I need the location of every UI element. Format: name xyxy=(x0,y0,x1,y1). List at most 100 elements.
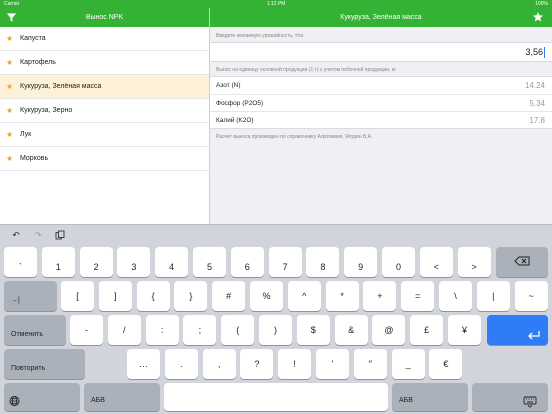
tab-key[interactable]: →| xyxy=(4,281,57,311)
key[interactable]: ) xyxy=(259,315,292,345)
key[interactable]: } xyxy=(174,281,208,311)
key[interactable]: * xyxy=(325,281,359,311)
key[interactable]: 6 xyxy=(230,247,264,277)
key[interactable]: | xyxy=(476,281,510,311)
favorite-star-icon: ★ xyxy=(6,154,14,163)
key-label: . xyxy=(180,359,183,369)
key[interactable]: / xyxy=(107,315,141,345)
key[interactable]: ' xyxy=(316,349,349,379)
key-label: 8 xyxy=(320,262,326,272)
nutrient-label: Азот (N) xyxy=(216,82,241,89)
globe-key[interactable] xyxy=(4,383,80,411)
redo-key[interactable]: Повторить xyxy=(4,349,85,379)
space-key[interactable] xyxy=(164,383,388,411)
key-label: | xyxy=(492,291,495,301)
nutrient-table: Азот (N) 14.24 Фосфор (P2O5) 5.34 Калий (K2O… xyxy=(210,76,552,129)
crop-list: ★ Капуста ★ Картофель ★ Кукуруза, Зелёная мас… xyxy=(0,27,209,224)
key-label: } xyxy=(189,291,193,301)
status-bar: Carrier 1:12 PM 100% xyxy=(0,0,552,8)
key[interactable]: 5 xyxy=(193,247,226,277)
key[interactable]: { xyxy=(136,281,170,311)
key[interactable]: = xyxy=(401,281,435,311)
key[interactable]: > xyxy=(457,247,491,277)
key-label: ? xyxy=(254,359,260,369)
key-label: + xyxy=(377,291,383,301)
master-nav-bar: Вынос NPK xyxy=(0,8,209,27)
key[interactable]: ″ xyxy=(353,349,387,379)
key-label: < xyxy=(433,262,439,272)
key-label: / xyxy=(123,325,126,335)
key-label: # xyxy=(226,291,232,301)
key-label: Повторить xyxy=(11,365,46,372)
key[interactable]: 2 xyxy=(79,247,113,277)
list-item[interactable]: ★ Кукуруза, Зелёная масса xyxy=(0,75,209,99)
key-label: ] xyxy=(114,291,117,301)
key[interactable]: @ xyxy=(372,315,406,345)
key-label: * xyxy=(340,291,344,301)
key[interactable]: ] xyxy=(98,281,132,311)
abc-key-left[interactable]: АБВ xyxy=(84,383,160,411)
return-key[interactable] xyxy=(487,315,548,345)
key[interactable]: 0 xyxy=(382,247,415,277)
key[interactable]: _ xyxy=(391,349,425,379)
key[interactable]: £ xyxy=(410,315,444,345)
undo-key[interactable]: Отменить xyxy=(4,315,66,345)
key-label: - xyxy=(85,325,88,335)
key[interactable]: ? xyxy=(240,349,274,379)
paste-icon[interactable] xyxy=(54,230,66,240)
key-label: ; xyxy=(198,325,202,335)
star-icon[interactable] xyxy=(532,11,544,23)
abc-key-right[interactable]: АБВ xyxy=(392,383,468,411)
yield-field[interactable]: 3,56 xyxy=(210,42,552,62)
list-item[interactable]: ★ Картофель xyxy=(0,51,209,75)
key[interactable]: … xyxy=(127,349,160,379)
key[interactable]: 1 xyxy=(41,247,75,277)
key-label: ! xyxy=(293,359,296,369)
redo-icon[interactable]: ↷ xyxy=(32,230,44,240)
dismiss-keyboard-key[interactable] xyxy=(472,383,548,411)
key[interactable]: ` xyxy=(4,247,37,277)
key-label: 1 xyxy=(55,262,61,272)
list-item[interactable]: ★ Лук xyxy=(0,123,209,147)
key[interactable]: ; xyxy=(183,315,217,345)
key-label: \ xyxy=(454,291,457,301)
key[interactable]: \ xyxy=(439,281,472,311)
key[interactable]: ! xyxy=(278,349,312,379)
delete-icon xyxy=(496,256,548,268)
key-label: … xyxy=(139,359,148,369)
key[interactable]: - xyxy=(70,315,103,345)
detail-title: Кукуруза, Зелёная масса xyxy=(340,14,422,21)
list-item[interactable]: ★ Кукуруза, Зерно xyxy=(0,99,209,123)
globe-icon xyxy=(4,391,80,406)
nutrient-label: Фосфор (P2O5) xyxy=(216,100,264,107)
delete-key[interactable] xyxy=(496,247,548,277)
key[interactable]: 9 xyxy=(344,247,378,277)
key[interactable]: ( xyxy=(221,315,255,345)
list-item[interactable]: ★ Морковь xyxy=(0,147,209,171)
key-label: = xyxy=(415,291,421,301)
key[interactable]: # xyxy=(212,281,246,311)
key[interactable]: [ xyxy=(61,281,94,311)
key-label: 7 xyxy=(282,262,288,272)
key[interactable]: € xyxy=(429,349,463,379)
undo-icon[interactable]: ↶ xyxy=(10,230,22,240)
return-icon xyxy=(487,324,548,340)
key[interactable]: 3 xyxy=(117,247,151,277)
key[interactable]: 4 xyxy=(155,247,189,277)
key[interactable]: ~ xyxy=(514,281,548,311)
key[interactable]: : xyxy=(145,315,179,345)
key[interactable]: + xyxy=(363,281,397,311)
key[interactable]: 8 xyxy=(306,247,340,277)
key[interactable]: < xyxy=(419,247,453,277)
key[interactable]: . xyxy=(164,349,198,379)
key[interactable]: % xyxy=(250,281,283,311)
key[interactable]: 7 xyxy=(268,247,302,277)
nutrient-label: Калий (K2O) xyxy=(216,117,254,124)
key[interactable]: ^ xyxy=(287,281,321,311)
key-label: ^ xyxy=(302,291,307,301)
key[interactable]: , xyxy=(202,349,236,379)
key[interactable]: ¥ xyxy=(448,315,481,345)
list-item[interactable]: ★ Капуста xyxy=(0,27,209,51)
key[interactable]: $ xyxy=(296,315,330,345)
key[interactable]: & xyxy=(334,315,368,345)
